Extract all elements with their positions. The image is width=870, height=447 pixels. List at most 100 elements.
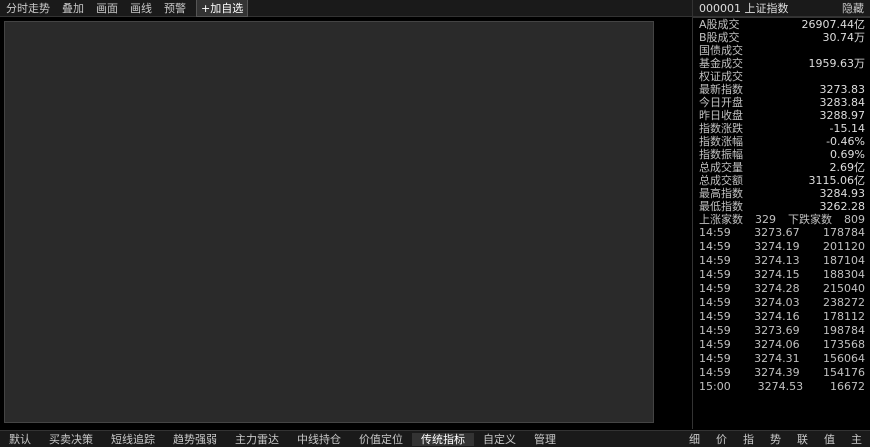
tick-cell: 178112 [822,310,865,323]
bottom-tabbar: 默认 买卖决策 短线追踪 趋势强弱 主力雷达 中线持仓 价值定位 传统指标 自定义 管理 细价指势… [0,430,870,447]
quote-field-row: 总成交量 2.69亿 [693,161,870,174]
quote-field-row: 指数振幅 0.69% [693,148,870,161]
tick-row: 14:59 3274.31 156064 [693,352,870,366]
tick-cell: 14:59 [699,282,731,295]
tick-cell: 156064 [822,352,865,365]
tick-cell: 3274.53 [757,380,804,393]
toolbar-item-0[interactable]: 分时走势 [0,0,56,16]
tick-cell: 15:00 [699,380,731,393]
tick-row: 14:59 3274.28 215040 [693,282,870,296]
quote-title: 000001 上证指数 [693,0,870,18]
bottom-tab[interactable]: 默认 [0,433,40,446]
side-tab[interactable]: 指 [735,433,762,446]
quote-field-label: 权证成交 [699,70,743,83]
quote-field-value: 26907.44亿 [801,18,866,31]
bottom-tab[interactable]: 自定义 [474,433,525,446]
bottom-tab[interactable]: 传统指标 [412,433,474,446]
side-tab[interactable]: 价 [708,433,735,446]
tick-cell: 3273.67 [754,226,800,239]
quote-field-value: -0.46% [826,135,865,148]
add-watchlist-button[interactable]: +加自选 [196,0,249,17]
quote-field-row: 最新指数 3273.83 [693,83,870,96]
tick-cell: 3274.16 [754,310,800,323]
tick-row: 14:59 3273.69 198784 [693,324,870,338]
tick-cell: 14:59 [699,338,731,351]
tick-cell: 14:59 [699,268,731,281]
chart-area [0,17,660,429]
quote-field-value: 3273.83 [819,83,866,96]
quote-field-label: A股成交 [699,18,740,31]
tick-cell: 201120 [822,240,865,253]
quote-field-row: 最高指数 3284.93 [693,187,870,200]
toolbar-item-2[interactable]: 画面 [90,0,124,16]
side-tab[interactable]: 势 [762,433,789,446]
quote-field-row: 总成交额 3115.06亿 [693,174,870,187]
quote-field-value: -15.14 [829,122,865,135]
tick-cell: 3274.31 [754,352,800,365]
tick-cell: 14:59 [699,324,731,337]
tick-row: 14:59 3274.13 187104 [693,254,870,268]
quote-field-row: 权证成交 [693,70,870,83]
bottom-tab[interactable]: 短线追踪 [102,433,164,446]
quote-field-value: 3262.28 [819,200,866,213]
tick-row: 14:59 3274.19 201120 [693,240,870,254]
quote-field-row: B股成交 30.74万 [693,31,870,44]
tick-row: 14:59 3274.03 238272 [693,296,870,310]
toolbar-item-3[interactable]: 画线 [124,0,158,16]
tick-list: 14:59 3273.67 178784 14:59 3274.19 201120 14:5… [693,226,870,394]
quote-field-label: 昨日收盘 [699,109,743,122]
tick-cell: 3274.13 [754,254,800,267]
quote-field-label: 国债成交 [699,44,743,57]
side-tab[interactable]: 值 [816,433,843,446]
quote-field-row: 基金成交 1959.63万 [693,57,870,70]
bottom-tab[interactable]: 买卖决策 [40,433,102,446]
quote-field-label: 最低指数 [699,200,743,213]
quote-field-value: 1959.63万 [808,57,866,70]
tick-cell: 14:59 [699,352,731,365]
quote-field-value: 3284.93 [819,187,866,200]
bottom-tab[interactable]: 中线持仓 [288,433,350,446]
quote-field-label: 最高指数 [699,187,743,200]
toolbar-item-1[interactable]: 叠加 [56,0,90,16]
tick-cell: 14:59 [699,240,731,253]
side-tab[interactable]: 主 [843,433,870,446]
quote-panel: 000001 上证指数 A股成交 26907.44亿 B股成交 30.74万 国债成交基… [692,0,870,429]
bottom-tab[interactable]: 趋势强弱 [164,433,226,446]
tick-row: 14:59 3273.67 178784 [693,226,870,240]
quote-field-row: 昨日收盘 3288.97 [693,109,870,122]
quote-field-label: 基金成交 [699,57,743,70]
side-tab[interactable]: 联 [789,433,816,446]
side-tab[interactable]: 细 [681,433,708,446]
bottom-tab[interactable]: 管理 [525,433,565,446]
tick-cell: 198784 [822,324,865,337]
tick-cell: 3274.28 [754,282,800,295]
breadth-row: 上涨家数 329 下跌家数 809 [699,213,865,226]
toolbar-item-4[interactable]: 预警 [158,0,192,16]
tick-cell: 14:59 [699,310,731,323]
quote-fields: A股成交 26907.44亿 B股成交 30.74万 国债成交 基金成交 1959.63万权… [693,18,870,213]
quote-field-label: B股成交 [699,31,740,44]
tick-cell: 154176 [822,366,865,379]
quote-field-row: 国债成交 [693,44,870,57]
tick-cell: 3274.06 [754,338,800,351]
quote-field-label: 今日开盘 [699,96,743,109]
tick-cell: 187104 [822,254,865,267]
quote-field-value: 3288.97 [819,109,866,122]
tick-row: 14:59 3274.16 178112 [693,310,870,324]
bottom-tab[interactable]: 主力雷达 [226,433,288,446]
tick-row: 14:59 3274.15 188304 [693,268,870,282]
tick-cell: 3274.39 [754,366,800,379]
tick-cell: 3274.03 [754,296,800,309]
index-name: 上证指数 [744,2,789,15]
quote-field-value: 3115.06亿 [808,174,866,187]
quote-field-label: 指数涨幅 [699,135,743,148]
tick-row: 14:59 3274.06 173568 [693,338,870,352]
quote-field-row: 今日开盘 3283.84 [693,96,870,109]
quote-field-label: 总成交量 [699,161,743,174]
quote-field-row: A股成交 26907.44亿 [693,18,870,31]
chart-placeholder [4,21,654,423]
tick-cell: 14:59 [699,366,731,379]
tick-cell: 3274.15 [754,268,800,281]
bottom-tab[interactable]: 价值定位 [350,433,412,446]
tick-cell: 238272 [822,296,865,309]
